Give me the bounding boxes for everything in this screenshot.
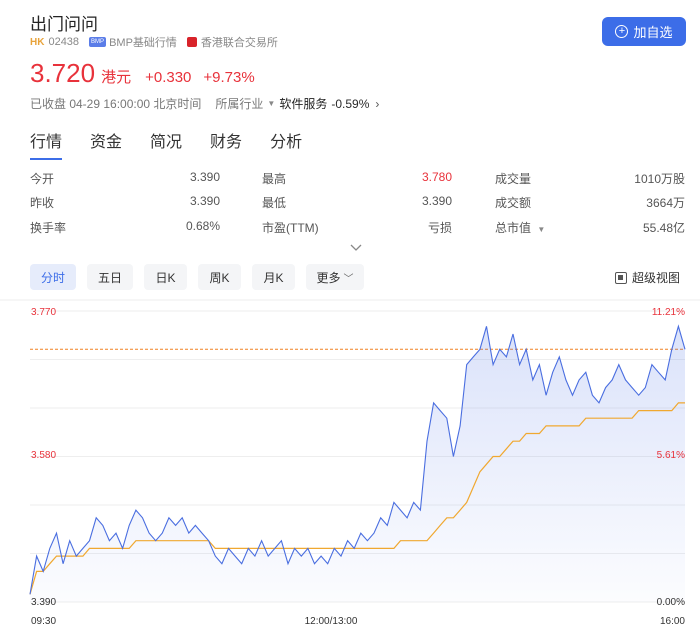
- stat-value: 3664万: [646, 196, 685, 210]
- quote-source: BMP基础行情: [109, 37, 177, 49]
- time-axis-label: 16:00: [660, 616, 685, 627]
- chevron-right-icon: ›: [375, 96, 380, 111]
- price-change: +0.330: [145, 69, 192, 86]
- chevron-down-icon[interactable]: [350, 243, 362, 253]
- period-tab-intraday[interactable]: 分时: [30, 264, 76, 290]
- tab-funds[interactable]: 资金: [90, 128, 122, 160]
- stat-label: 最低: [262, 196, 287, 210]
- stock-header: 出门问问 HK 02438 BMP BMP基础行情 香港联合交易所: [30, 10, 690, 49]
- stat-value: 3.390: [421, 194, 452, 208]
- industry-link[interactable]: 所属行业 ▼ 软件服务 -0.59% ›: [215, 95, 379, 112]
- price-axis-label: 3.580: [31, 450, 56, 461]
- add-watchlist-button[interactable]: + 加自选: [602, 17, 686, 46]
- add-watchlist-label: 加自选: [633, 25, 673, 40]
- period-tabs: 分时 五日 日K 周K 月K 更多 ﹀: [30, 264, 364, 290]
- period-tab-5day[interactable]: 五日: [87, 264, 133, 290]
- stat-value: 3.390: [189, 170, 220, 184]
- hkex-icon: [186, 37, 197, 47]
- period-tab-day-k[interactable]: 日K: [144, 264, 187, 290]
- industry-change: -0.59%: [331, 96, 370, 111]
- pct-axis-label: 11.21%: [652, 307, 685, 318]
- main-tabs: 行情 资金 简况 财务 分析: [30, 128, 330, 160]
- triangle-down-icon: ▼: [267, 99, 276, 108]
- price-row: 3.720 港元 +0.330 +9.73%: [30, 58, 255, 89]
- time-axis-label: 12:00/13:00: [305, 616, 358, 627]
- industry-label: 所属行业: [215, 97, 264, 111]
- stat-label: 市盈(TTM): [262, 221, 319, 235]
- stats-row: 今开 3.390 最高 3.780 成交量 1010万股: [30, 170, 685, 190]
- stat-label: 最高: [262, 172, 287, 186]
- currency: 港元: [101, 69, 132, 86]
- period-tab-month-k[interactable]: 月K: [252, 264, 295, 290]
- pct-axis-label: 0.00%: [657, 597, 685, 608]
- stock-name: 出门问问: [30, 15, 98, 34]
- super-view-button[interactable]: 超级视图: [615, 269, 680, 286]
- period-tab-more[interactable]: 更多 ﹀: [306, 264, 364, 290]
- stock-meta-row: HK 02438 BMP BMP基础行情 香港联合交易所: [30, 34, 278, 50]
- stat-value: 55.48亿: [642, 221, 685, 235]
- stat-label: 昨收: [30, 196, 55, 210]
- pct-axis-label: 5.61%: [657, 450, 685, 461]
- price-axis-label: 3.390: [31, 597, 56, 608]
- stat-label: 总市值: [495, 221, 532, 235]
- price-change-pct: +9.73%: [203, 69, 255, 86]
- stat-label: 成交量: [495, 172, 532, 186]
- stat-label: 成交额: [495, 196, 532, 210]
- intraday-chart[interactable]: 3.770 3.580 3.390 11.21% 5.61% 0.00% 09:…: [0, 296, 700, 634]
- time-axis-label: 09:30: [31, 616, 56, 627]
- chevron-down-icon: ﹀: [343, 273, 354, 285]
- super-view-label: 超级视图: [632, 271, 681, 285]
- stat-value: 3.390: [189, 194, 220, 208]
- tab-finance[interactable]: 财务: [210, 128, 242, 160]
- bmp-icon: BMP: [89, 37, 107, 47]
- tab-analysis[interactable]: 分析: [270, 128, 302, 160]
- stats-row: 换手率 0.68% 市盈(TTM) 亏损 总市值 ▼ 55.48亿: [30, 219, 685, 239]
- price-area: [30, 326, 685, 602]
- last-price: 3.720: [30, 58, 96, 88]
- stat-label: 换手率: [30, 221, 67, 235]
- triangle-down-icon: ▼: [537, 225, 546, 234]
- status-row: 已收盘 04-29 16:00:00 北京时间 所属行业 ▼ 软件服务 -0.5…: [30, 95, 379, 112]
- tab-profile[interactable]: 简况: [150, 128, 182, 160]
- stat-value: 1010万股: [634, 172, 685, 186]
- exchange-name: 香港联合交易所: [200, 37, 278, 49]
- period-tab-week-k[interactable]: 周K: [198, 264, 241, 290]
- more-label: 更多: [316, 270, 341, 285]
- price-axis-label: 3.770: [31, 307, 56, 318]
- market-cap-dropdown[interactable]: 总市值 ▼: [495, 219, 545, 236]
- market-status: 已收盘 04-29 16:00:00 北京时间: [30, 97, 202, 111]
- stat-value: 0.68%: [185, 219, 220, 233]
- stat-value: 3.780: [421, 170, 452, 184]
- industry-name: 软件服务: [279, 97, 328, 111]
- market-tag: HK: [30, 36, 45, 48]
- plus-circle-icon: +: [615, 25, 629, 38]
- tab-quote[interactable]: 行情: [30, 128, 63, 160]
- frame-icon: [615, 271, 627, 284]
- stat-value: 亏损: [427, 221, 452, 235]
- stats-row: 昨收 3.390 最低 3.390 成交额 3664万: [30, 194, 685, 214]
- stat-label: 今开: [30, 172, 55, 186]
- stock-code: 02438: [48, 36, 80, 48]
